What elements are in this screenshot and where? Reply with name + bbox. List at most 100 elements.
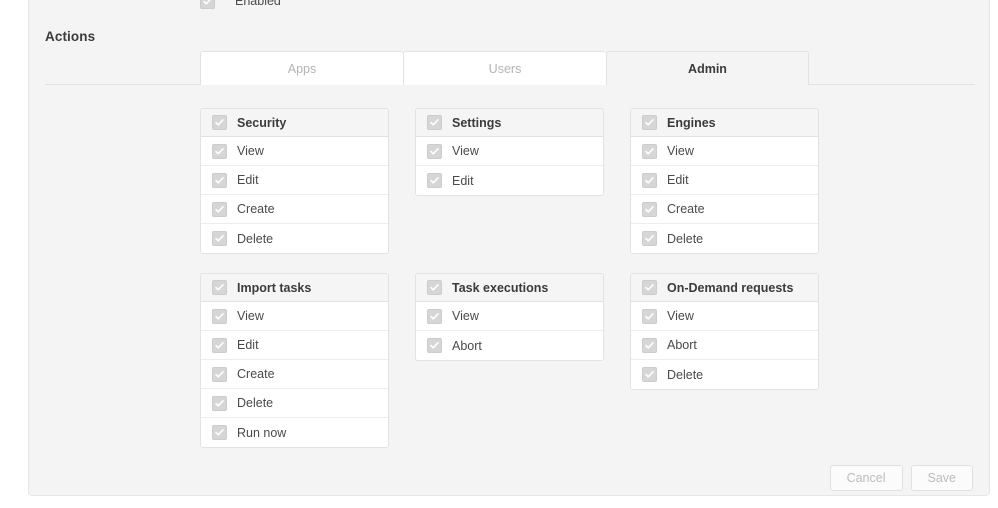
tab-admin[interactable]: Admin [606,51,809,86]
checkbox-checked-disabled-icon[interactable] [212,143,227,159]
list-item-label: Create [667,202,705,216]
checkbox-checked-disabled-icon[interactable] [212,395,227,411]
checkbox-checked-disabled-icon[interactable] [642,367,657,382]
checkbox-checked-disabled-icon[interactable] [427,143,442,159]
list-item-label: Run now [237,425,287,440]
list-item-label: Edit [452,173,474,188]
list-item-label: View [237,144,264,158]
tab-apps[interactable]: Apps [200,51,403,85]
checkbox-checked-disabled-icon[interactable] [427,338,442,353]
list-item[interactable]: Edit [201,166,388,195]
card-header[interactable]: Settings [416,109,603,137]
checkbox-checked-disabled-icon[interactable] [212,280,227,295]
checkbox-checked-disabled-icon[interactable] [212,231,227,246]
card-title: Import tasks [237,280,312,295]
screen-root: Enabled Actions Apps Users Admin Securit… [0,0,998,508]
permission-card-security: Security View Edit Create Delete [200,108,389,254]
checkbox-checked-disabled-icon[interactable] [642,308,657,324]
list-item[interactable]: Delete [631,224,818,253]
checkbox-checked-disabled-icon[interactable] [200,0,215,9]
permission-card-on-demand-requests: On-Demand requests View Abort Delete [630,273,819,390]
checkbox-checked-disabled-icon[interactable] [212,337,227,353]
list-item[interactable]: View [416,137,603,166]
list-item[interactable]: View [631,137,818,166]
settings-panel: Enabled Actions Apps Users Admin Securit… [28,0,990,496]
checkbox-checked-disabled-icon[interactable] [212,425,227,440]
checkbox-checked-disabled-icon[interactable] [642,337,657,353]
list-item[interactable]: Edit [201,331,388,360]
permission-card-task-executions: Task executions View Abort [415,273,604,361]
list-item[interactable]: Delete [631,360,818,389]
list-item[interactable]: Create [201,195,388,224]
permission-card-import-tasks: Import tasks View Edit Create Delete Run… [200,273,389,448]
list-item-label: View [667,144,694,158]
list-item[interactable]: Edit [416,166,603,195]
list-item-label: Delete [667,231,704,246]
list-item-label: View [237,309,264,323]
checkbox-checked-disabled-icon[interactable] [642,143,657,159]
card-row-2: Import tasks View Edit Create Delete Run… [200,273,820,448]
card-header[interactable]: Security [201,109,388,137]
list-item[interactable]: Abort [631,331,818,360]
cancel-button[interactable]: Cancel [829,465,903,491]
list-item-label: View [452,144,479,158]
list-item-label: Edit [237,338,259,352]
checkbox-checked-disabled-icon[interactable] [642,280,657,295]
checkbox-checked-disabled-icon[interactable] [212,366,227,382]
list-item[interactable]: Delete [201,389,388,418]
footer-actions: Cancel Save [829,465,973,491]
card-row-1: Security View Edit Create Delete Setting… [200,108,820,254]
card-title: Task executions [452,280,549,295]
list-item[interactable]: Create [631,195,818,224]
list-item-label: Delete [237,231,274,246]
checkbox-checked-disabled-icon[interactable] [212,115,227,130]
card-header[interactable]: On-Demand requests [631,274,818,302]
permission-card-engines: Engines View Edit Create Delete [630,108,819,254]
tab-users[interactable]: Users [403,51,606,85]
list-item-label: Create [237,202,275,216]
checkbox-checked-disabled-icon[interactable] [642,115,657,130]
list-item[interactable]: View [631,302,818,331]
card-header[interactable]: Task executions [416,274,603,302]
checkbox-checked-disabled-icon[interactable] [212,308,227,324]
checkbox-checked-disabled-icon[interactable] [642,231,657,246]
card-title: Security [237,115,287,130]
list-item[interactable]: Run now [201,418,388,447]
checkbox-checked-disabled-icon[interactable] [427,308,442,324]
list-item-label: Create [237,367,275,381]
page-title: Actions [45,29,96,44]
list-item-label: Abort [667,338,697,352]
list-item-label: Delete [667,367,704,382]
checkbox-checked-disabled-icon[interactable] [212,172,227,188]
tab-list: Apps Users Admin [200,51,809,86]
list-item[interactable]: Create [201,360,388,389]
checkbox-checked-disabled-icon[interactable] [212,201,227,217]
list-item[interactable]: Delete [201,224,388,253]
card-header[interactable]: Import tasks [201,274,388,302]
save-button-label: Save [927,471,957,485]
card-title: Engines [667,115,716,130]
checkbox-checked-disabled-icon[interactable] [427,173,442,188]
enabled-checkbox-row[interactable]: Enabled [200,0,281,11]
list-item[interactable]: View [201,302,388,331]
save-button[interactable]: Save [910,465,973,491]
card-title: On-Demand requests [667,280,794,295]
list-item-label: View [667,309,694,323]
list-item[interactable]: Abort [416,331,603,360]
list-item[interactable]: View [416,302,603,331]
checkbox-checked-disabled-icon[interactable] [427,115,442,130]
list-item[interactable]: View [201,137,388,166]
tabstrip: Apps Users Admin [45,51,975,86]
card-header[interactable]: Engines [631,109,818,137]
tab-users-label: Users [488,61,522,76]
enabled-label: Enabled [235,0,281,8]
list-item-label: Edit [237,173,259,187]
checkbox-checked-disabled-icon[interactable] [427,280,442,295]
permission-card-settings: Settings View Edit [415,108,604,196]
tab-apps-label: Apps [287,61,317,76]
checkbox-checked-disabled-icon[interactable] [642,172,657,188]
card-title: Settings [452,115,502,130]
checkbox-checked-disabled-icon[interactable] [642,201,657,217]
list-item-label: Abort [452,338,482,353]
list-item[interactable]: Edit [631,166,818,195]
